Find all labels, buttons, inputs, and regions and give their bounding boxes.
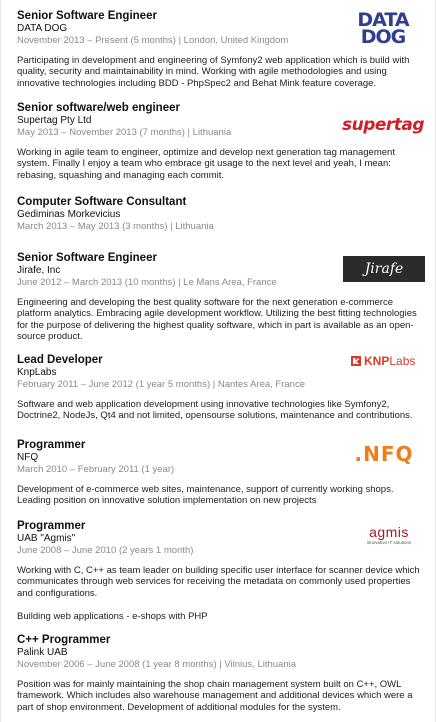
logo-tagline: innovative IT solutions [366, 539, 412, 545]
job-description: Position was for mainly maintaining the … [17, 679, 413, 713]
experience-entry: Senior software/web engineer Supertag Pt… [17, 102, 425, 181]
job-title: C++ Programmer [17, 634, 111, 646]
experience-entry: Senior Software Engineer DATA DOG Novemb… [17, 10, 425, 89]
logo-text: .NFQ [354, 441, 414, 466]
experience-entry: Programmer NFQ March 2010 – February 201… [17, 439, 425, 507]
job-description: Working in agile team to engineer, optim… [17, 147, 395, 181]
datadog-logo[interactable]: DATA DOG [347, 10, 419, 48]
experience-entry: C++ Programmer Palink UAB November 2006 … [17, 634, 425, 713]
job-description: Participating in development and enginee… [17, 55, 410, 89]
company-name: Gediminas Morkevicius [17, 209, 121, 220]
knplabs-logo[interactable]: KNPLabs [351, 354, 421, 368]
agmis-logo[interactable]: agmis innovative IT solutions [359, 522, 419, 548]
jirafe-logo[interactable]: Jirafe [343, 256, 425, 282]
job-description: Engineering and developing the best qual… [17, 297, 417, 343]
job-period-location: November 2006 – June 2008 (1 year 8 mont… [17, 659, 297, 670]
job-description: Working with C, C++ as team leader on bu… [17, 565, 420, 599]
company-name[interactable]: KnpLabs [17, 367, 425, 379]
experience-entry: Lead Developer KnpLabs February 2011 – J… [17, 354, 425, 422]
knp-mark-icon [351, 356, 361, 366]
experience-entry: Senior Software Engineer Jirafe, Inc Jun… [17, 252, 425, 343]
job-description: Software and web application development… [17, 399, 413, 422]
logo-text: KNPLabs [364, 353, 416, 368]
logo-text: agmis [369, 523, 409, 540]
job-period-location: February 2011 – June 2012 (1 year 5 mont… [17, 379, 305, 390]
experience-entry: Computer Software Consultant Gediminas M… [17, 196, 425, 233]
experience-list: Senior Software Engineer DATA DOG Novemb… [0, 0, 436, 722]
job-description: Development of e-commerce web sites, mai… [17, 484, 394, 507]
supertag-logo[interactable]: supertag [341, 114, 425, 136]
logo-text: Jirafe [364, 260, 404, 277]
job-period-location: March 2013 – May 2013 (3 months) | Lithu… [17, 221, 214, 232]
job-description: Building web applications - e-shops with… [17, 611, 208, 623]
job-title: Computer Software Consultant [17, 196, 187, 208]
logo-text: supertag [341, 114, 425, 135]
company-name: Palink UAB [17, 647, 68, 658]
experience-entry: Programmer UAB "Agmis" June 2008 – June … [17, 520, 425, 623]
nfq-logo[interactable]: .NFQ [347, 441, 421, 467]
logo-text: DOG [360, 26, 407, 48]
